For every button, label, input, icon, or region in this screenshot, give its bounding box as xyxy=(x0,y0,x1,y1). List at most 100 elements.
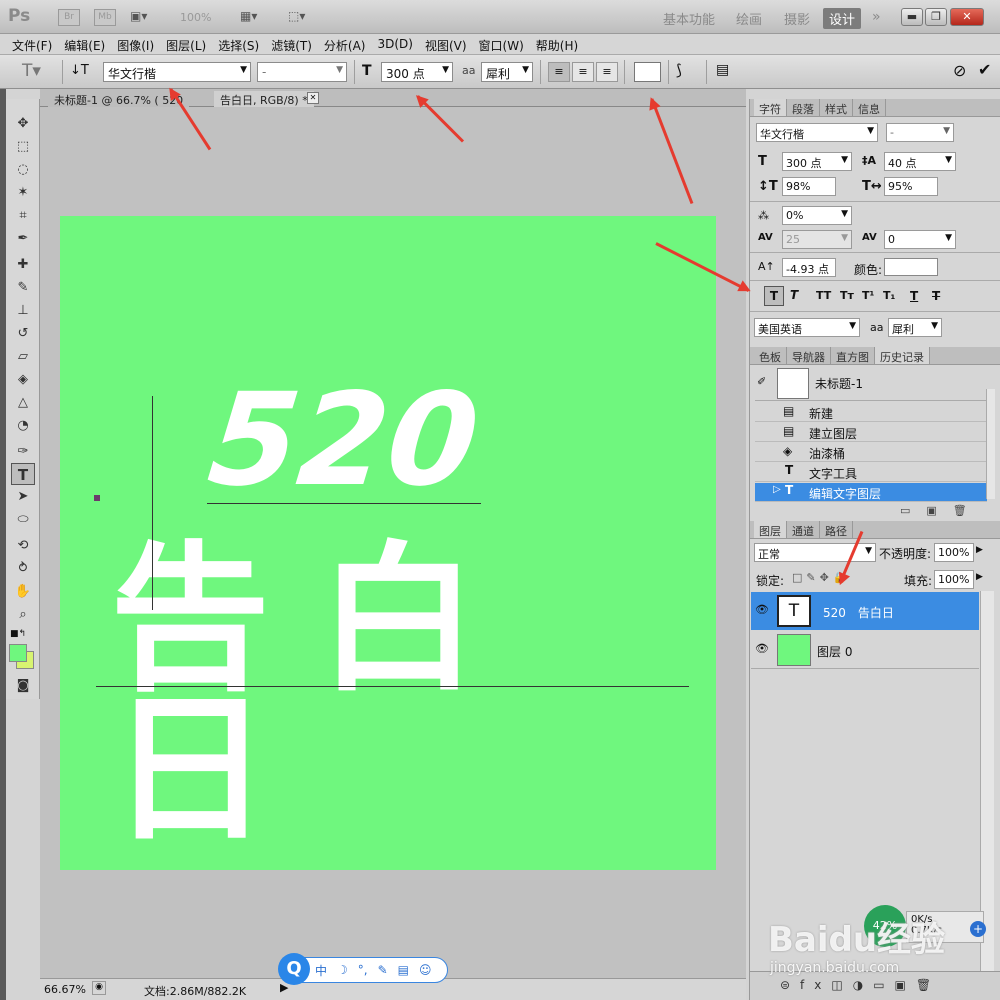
char-kerning-field[interactable]: 25 ▼ xyxy=(782,230,852,249)
toggle-panels-icon[interactable]: ▤ xyxy=(716,62,729,78)
tab-paths[interactable]: 路径 xyxy=(820,521,853,538)
restore-button[interactable]: ❐ xyxy=(925,8,947,26)
fill-field[interactable]: 100% xyxy=(934,570,974,589)
menu-filter[interactable]: 滤镜(T) xyxy=(265,34,318,54)
language-select[interactable]: 美国英语 ▼ xyxy=(754,318,860,337)
history-snapshot[interactable]: ✐ 未标题-1 xyxy=(755,367,987,401)
arrange-documents-dropdown[interactable]: ▦▾ xyxy=(240,9,257,23)
path-selection-tool-icon[interactable]: ➤ xyxy=(11,486,35,508)
align-right-button[interactable]: ≡ xyxy=(596,62,618,82)
lasso-tool-icon[interactable]: ◌ xyxy=(11,159,35,181)
history-scrollbar[interactable] xyxy=(986,389,995,499)
blur-tool-icon[interactable]: △ xyxy=(11,392,35,414)
subscript-button[interactable]: T₁ xyxy=(883,289,895,302)
tab-history[interactable]: 历史记录 xyxy=(875,347,930,364)
workspace-painting[interactable]: 绘画 xyxy=(736,9,762,28)
faux-bold-button[interactable]: T xyxy=(764,286,784,306)
status-info-icon[interactable]: ◉ xyxy=(92,981,106,995)
tab-channels[interactable]: 通道 xyxy=(787,521,820,538)
superscript-button[interactable]: T¹ xyxy=(862,289,874,302)
type-tool-icon[interactable]: T xyxy=(11,463,35,485)
fill-slider-arrow-icon[interactable]: ▶ xyxy=(976,572,983,582)
text-layer-520[interactable]: 520 xyxy=(202,366,485,515)
menu-file[interactable]: 文件(F) xyxy=(6,34,58,54)
menu-analysis[interactable]: 分析(A) xyxy=(318,34,372,54)
more-workspaces-button[interactable]: » xyxy=(872,9,881,25)
add-icon[interactable]: + xyxy=(970,921,986,937)
dodge-tool-icon[interactable]: ◔ xyxy=(11,415,35,437)
strikethrough-button[interactable]: T xyxy=(932,289,940,303)
layer-name[interactable]: 520 告白日 xyxy=(823,604,894,621)
tab-layers[interactable]: 图层 xyxy=(754,521,787,538)
pen-tool-icon[interactable]: ✑ xyxy=(11,441,35,463)
clone-stamp-tool-icon[interactable]: ⊥ xyxy=(11,300,35,322)
opacity-field[interactable]: 100% xyxy=(934,543,974,562)
menu-select[interactable]: 选择(S) xyxy=(212,34,265,54)
quick-mask-icon[interactable]: ◙ xyxy=(11,675,35,697)
warp-text-icon[interactable]: ⟆ xyxy=(676,61,682,79)
document-canvas[interactable]: 520 告白日 xyxy=(60,216,716,870)
menu-window[interactable]: 窗口(W) xyxy=(473,34,530,54)
zoom-level[interactable]: 100% xyxy=(180,11,211,24)
history-footer-icons[interactable]: ▭▣🗑 xyxy=(900,504,983,517)
magic-wand-tool-icon[interactable]: ✶ xyxy=(11,182,35,204)
blend-mode-select[interactable]: 正常 ▼ xyxy=(754,543,876,562)
mini-bridge-button[interactable]: Mb xyxy=(94,9,116,26)
char-font-style-select[interactable]: - ▼ xyxy=(886,123,954,142)
paint-bucket-tool-icon[interactable]: ◈ xyxy=(11,369,35,391)
commit-edits-icon[interactable]: ✔ xyxy=(978,60,991,79)
layer-row[interactable]: 👁 图层 0 xyxy=(751,631,979,669)
underline-button[interactable]: T xyxy=(910,289,918,303)
marquee-tool-icon[interactable]: ⬚ xyxy=(11,136,35,158)
anti-alias-select[interactable]: 犀利 ▼ xyxy=(481,62,533,82)
tab-swatches[interactable]: 色板 xyxy=(754,347,787,364)
char-font-family-select[interactable]: 华文行楷 ▼ xyxy=(756,123,878,142)
brush-tool-icon[interactable]: ✎ xyxy=(11,277,35,299)
layer-row-active[interactable]: 👁 T 520 告白日 xyxy=(751,592,979,630)
history-item[interactable]: ▤ 新建 xyxy=(755,403,987,422)
text-color-swatch[interactable] xyxy=(634,62,661,82)
faux-italic-button[interactable]: T xyxy=(790,288,798,302)
ime-punctuation-icon[interactable]: °, xyxy=(358,963,368,977)
bridge-button[interactable]: Br xyxy=(58,9,80,26)
menu-edit[interactable]: 编辑(E) xyxy=(58,34,111,54)
menu-layer[interactable]: 图层(L) xyxy=(160,34,212,54)
ime-tools-icon[interactable]: ✎ xyxy=(378,963,388,977)
screen-mode-dropdown[interactable]: ⬚▾ xyxy=(288,9,305,23)
menu-view[interactable]: 视图(V) xyxy=(419,34,473,54)
opacity-slider-arrow-icon[interactable]: ▶ xyxy=(976,545,983,555)
menu-image[interactable]: 图像(I) xyxy=(111,34,160,54)
workspace-essentials[interactable]: 基本功能 xyxy=(663,9,715,28)
font-style-select[interactable]: - ▼ xyxy=(257,62,347,82)
char-baseline-field[interactable]: -4.93 点 xyxy=(782,258,836,277)
hand-tool-icon[interactable]: ✋ xyxy=(11,581,35,603)
char-tsume-field[interactable]: 0% ▼ xyxy=(782,206,852,225)
tab-navigator[interactable]: 导航器 xyxy=(787,347,831,364)
document-tab-active[interactable]: 告白日, RGB/8) * xyxy=(214,91,314,107)
tab-paragraph[interactable]: 段落 xyxy=(787,99,820,116)
healing-brush-tool-icon[interactable]: ✚ xyxy=(11,254,35,276)
align-center-button[interactable]: ≡ xyxy=(572,62,594,82)
visibility-eye-icon[interactable]: 👁 xyxy=(755,603,769,616)
font-size-select[interactable]: 300 点 ▼ xyxy=(381,62,453,82)
zoom-tool-icon[interactable]: ⌕ xyxy=(11,604,35,626)
char-hscale-field[interactable]: 95% xyxy=(884,177,938,196)
view-extras-dropdown[interactable]: ▣▾ xyxy=(130,9,160,26)
history-item[interactable]: ▤ 建立图层 xyxy=(755,423,987,442)
tab-info[interactable]: 信息 xyxy=(853,99,886,116)
ime-keyboard-icon[interactable]: ▤ xyxy=(398,963,409,977)
eyedropper-tool-icon[interactable]: ✒ xyxy=(11,228,35,250)
visibility-eye-icon[interactable]: 👁 xyxy=(755,642,769,655)
char-color-swatch[interactable] xyxy=(884,258,938,276)
ime-skin-icon[interactable]: ☺ xyxy=(419,963,432,977)
3d-rotate-tool-icon[interactable]: ⟲ xyxy=(11,535,35,557)
workspace-photography[interactable]: 摄影 xyxy=(784,9,810,28)
tab-styles[interactable]: 样式 xyxy=(820,99,853,116)
font-family-select[interactable]: 华文行楷 ▼ xyxy=(103,62,251,82)
eraser-tool-icon[interactable]: ▱ xyxy=(11,346,35,368)
tab-character[interactable]: 字符 xyxy=(754,99,787,116)
history-item[interactable]: T 文字工具 xyxy=(755,463,987,482)
3d-orbit-tool-icon[interactable]: ⥁ xyxy=(11,558,35,580)
char-tracking-field[interactable]: 0 ▼ xyxy=(884,230,956,249)
char-leading-field[interactable]: 40 点 ▼ xyxy=(884,152,956,171)
